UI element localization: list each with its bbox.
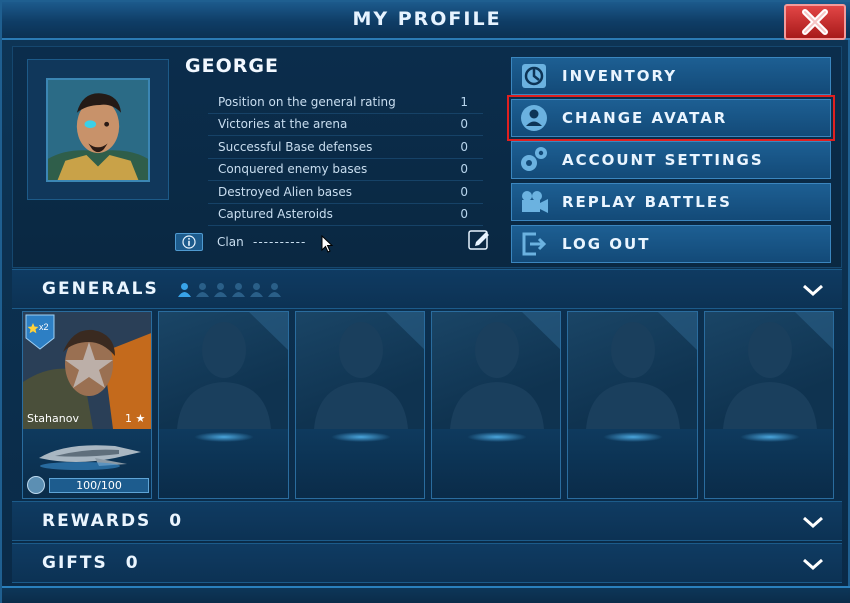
stat-label: Conquered enemy bases [218,162,368,177]
gears-icon [512,142,556,178]
stats-table: Position on the general rating 1 Victori… [208,91,483,226]
stat-row: Position on the general rating 1 [208,91,483,114]
stat-label: Victories at the arena [218,117,348,132]
stat-value: 0 [460,207,468,222]
general-slots [177,282,282,297]
logout-icon [512,226,556,262]
pencil-icon [468,230,489,250]
close-icon [802,9,828,35]
general-level: 1 ★ [125,412,145,425]
account-settings-button[interactable]: ACCOUNT SETTINGS [511,141,831,179]
stat-value: 0 [460,162,468,177]
stat-row: Destroyed Alien bases 0 [208,181,483,204]
replay-battles-label: REPLAY BATTLES [562,193,732,211]
rewards-title: REWARDS [42,511,152,531]
profile-menu: INVENTORY CHANGE AVATAR ACCOUNT SETTINGS… [507,57,835,267]
inventory-button[interactable]: INVENTORY [511,57,831,95]
stat-label: Position on the general rating [218,94,396,109]
stat-value: 0 [460,139,468,154]
avatar-frame [27,59,169,200]
log-out-button[interactable]: LOG OUT [511,225,831,263]
general-card-empty[interactable] [430,311,562,499]
stat-value: 0 [460,117,468,132]
profile-panel: GEORGE Position on the general rating 1 … [12,46,842,268]
general-slot-empty-icon [213,282,227,297]
rewards-header[interactable]: REWARDS 0 [12,501,842,541]
general-card-active[interactable]: x2 Stahanov 1 ★ 100/100 [22,311,153,499]
info-icon [182,235,196,249]
stat-row: Victories at the arena 0 [208,114,483,136]
clan-info-button[interactable] [175,233,203,251]
spaceship-icon [39,445,141,470]
general-slot-empty-icon [195,282,209,297]
rewards-count: 0 [169,511,182,531]
generals-header[interactable]: GENERALS [12,269,842,309]
stat-label: Successful Base defenses [218,139,373,154]
stat-value: 0 [460,184,468,199]
player-name: GEORGE [185,55,279,77]
general-slot-filled-icon [177,282,191,297]
commander-portrait-icon [48,80,148,180]
window-bottom-border [2,586,850,603]
general-card-empty[interactable] [703,311,834,499]
silhouette-icon [313,312,424,429]
edit-clan-button[interactable] [467,229,491,253]
empty-portrait [568,312,697,429]
silhouette-icon [177,312,288,429]
rank-text: x2 [39,322,49,332]
rank-badge-icon: x2 [25,314,55,350]
window-title: MY PROFILE [352,8,502,30]
silhouette-icon [449,312,561,429]
health-bar: 100/100 [49,478,149,493]
profile-window: MY PROFILE GEORGE Position on the genera… [0,0,850,603]
log-out-label: LOG OUT [562,235,651,253]
chevron-down-icon[interactable] [802,512,824,532]
account-settings-label: ACCOUNT SETTINGS [562,151,764,169]
general-card-empty[interactable] [294,311,425,499]
camera-icon [512,184,556,220]
chevron-down-icon[interactable] [802,280,824,300]
inventory-label: INVENTORY [562,67,678,85]
change-avatar-label: CHANGE AVATAR [562,109,728,127]
general-slot-empty-icon [231,282,245,297]
avatar [46,78,150,182]
stat-row: Successful Base defenses 0 [208,136,483,159]
mouse-cursor-icon [321,235,334,253]
close-button[interactable] [784,4,846,40]
generals-title: GENERALS [42,279,159,299]
clan-label: Clan [217,235,244,249]
empty-portrait [159,312,288,429]
gifts-header[interactable]: GIFTS 0 [12,543,842,583]
general-name: Stahanov [27,412,79,425]
stat-label: Captured Asteroids [218,207,333,222]
gifts-count: 0 [125,553,138,573]
empty-portrait [295,312,424,429]
replay-battles-button[interactable]: REPLAY BATTLES [511,183,831,221]
empty-portrait [704,312,833,429]
general-slot-empty-icon [267,282,281,297]
gifts-title: GIFTS [42,553,108,573]
level-star-icon: ★ [135,412,146,425]
silhouette-icon [722,312,833,429]
inventory-icon [512,58,556,94]
avatar-icon [512,100,556,136]
general-card-empty[interactable] [158,311,289,499]
general-card-empty[interactable] [567,311,698,499]
stat-row: Captured Asteroids 0 [208,204,483,226]
stat-row: Conquered enemy bases 0 [208,159,483,181]
empty-portrait [431,312,561,429]
general-slot-empty-icon [249,282,263,297]
generals-list: x2 Stahanov 1 ★ 100/100 [22,311,834,499]
health-icon [27,476,45,494]
chevron-down-icon[interactable] [802,554,824,574]
title-bar: MY PROFILE [2,2,850,40]
general-level-value: 1 [124,412,132,425]
clan-value: ---------- [253,235,307,249]
silhouette-icon [586,312,697,429]
stat-value: 1 [460,94,468,109]
change-avatar-button[interactable]: CHANGE AVATAR [507,95,835,141]
stat-label: Destroyed Alien bases [218,184,353,199]
